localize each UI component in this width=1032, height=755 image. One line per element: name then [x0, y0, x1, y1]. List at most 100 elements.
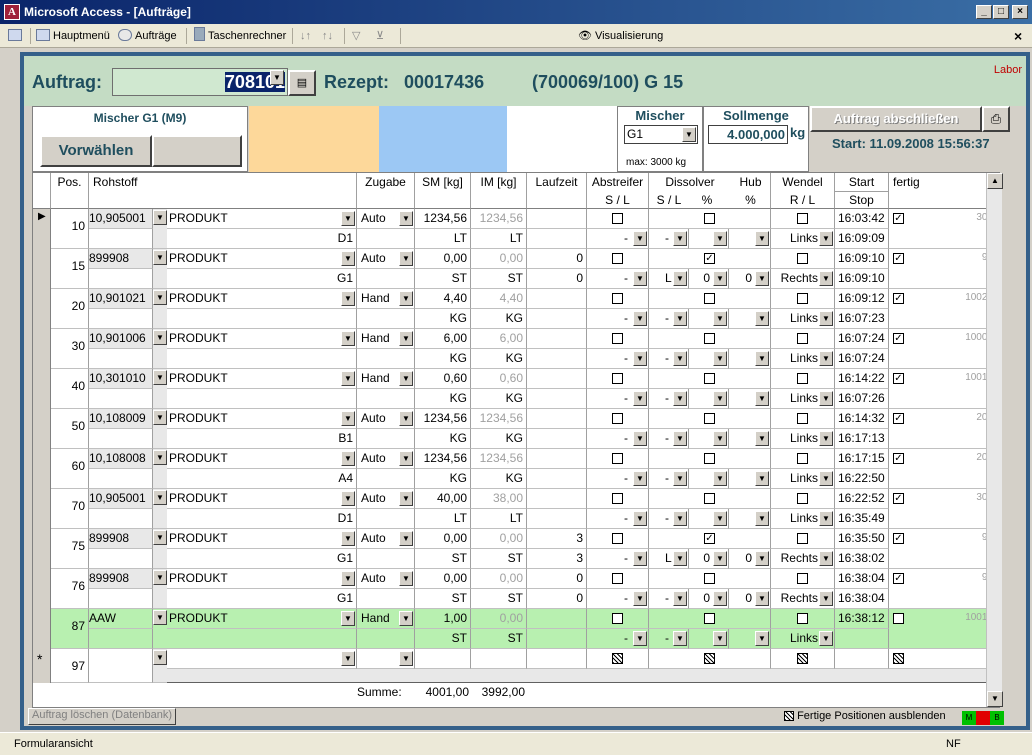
rohstoff-code-dropdown[interactable]: ▼	[153, 490, 167, 505]
abstreifer-select[interactable]: - ▼	[587, 269, 649, 289]
laufzeit-lower[interactable]: 0	[527, 589, 587, 609]
mischer-select[interactable]: G1 ▼	[624, 125, 698, 144]
dissolver-dropdown[interactable]: ▼	[673, 631, 687, 646]
dissolver-dropdown[interactable]: ▼	[673, 271, 687, 286]
product-dropdown[interactable]: ▼	[341, 571, 355, 586]
pos-cell[interactable]: 10	[51, 209, 89, 249]
abstreifer-checkbox[interactable]	[612, 413, 623, 425]
dissolver-percent[interactable]: 0 ▼	[689, 549, 729, 569]
abstreifer-select[interactable]: - ▼	[587, 509, 649, 529]
maximize-button[interactable]: □	[993, 5, 1009, 19]
wendel-select[interactable]: Links ▼	[771, 349, 835, 369]
product-cell[interactable]: PRODUKT ▼	[167, 609, 357, 629]
record-selector[interactable]	[33, 529, 51, 569]
auftrag-detail-button[interactable]: ▤	[288, 70, 316, 96]
wendel-select[interactable]: Rechts ▼	[771, 549, 835, 569]
dissolver-checkbox[interactable]	[704, 213, 715, 225]
empty-button[interactable]	[152, 135, 242, 167]
dissolver-checkbox[interactable]: ✓	[704, 533, 715, 545]
table-row[interactable]: ▶ 10 10,905001 ▼ PRODUKT ▼ D1 Auto ▼ 1234,56 LT 123…	[33, 209, 999, 249]
laufzeit-lower[interactable]	[527, 309, 587, 329]
scroll-up-button[interactable]: ▲	[987, 173, 1003, 189]
pos-cell[interactable]: 50	[51, 409, 89, 449]
dissolver-percent-dropdown[interactable]: ▼	[713, 471, 727, 486]
table-row[interactable]: 20 10,901021 ▼ PRODUKT ▼ Hand ▼ 4,40 KG 4,40 KG - ▼ -…	[33, 289, 999, 329]
zugabe-cell[interactable]: Auto ▼	[357, 209, 415, 229]
laufzeit-cell[interactable]	[527, 489, 587, 509]
dissolver-select[interactable]: - ▼	[649, 349, 689, 369]
wendel-checkbox[interactable]	[797, 293, 808, 305]
dissolver-percent-dropdown[interactable]: ▼	[713, 351, 727, 366]
sm-cell[interactable]: 1234,56	[415, 209, 471, 229]
abstreifer-dropdown[interactable]: ▼	[633, 511, 647, 526]
hub-percent[interactable]: 0 ▼	[729, 549, 771, 569]
auftrag-loeschen-button[interactable]: Auftrag löschen (Datenbank)	[28, 708, 176, 725]
zugabe-dropdown[interactable]: ▼	[399, 451, 413, 466]
laufzeit-cell[interactable]	[527, 449, 587, 469]
taschenrechner-button[interactable]: Taschenrechner	[194, 27, 286, 45]
dissolver-dropdown[interactable]: ▼	[673, 231, 687, 246]
dissolver-dropdown[interactable]: ▼	[673, 351, 687, 366]
record-selector[interactable]	[33, 569, 51, 609]
product-dropdown[interactable]: ▼	[341, 371, 355, 386]
zugabe-cell[interactable]: Hand ▼	[357, 289, 415, 309]
new-code-dropdown[interactable]: ▼	[153, 650, 167, 665]
dissolver-checkbox[interactable]	[704, 613, 715, 625]
laufzeit-cell[interactable]	[527, 209, 587, 229]
new-pos-cell[interactable]: 97	[51, 649, 89, 683]
hub-percent[interactable]: 0 ▼	[729, 269, 771, 289]
rohstoff-code-dd[interactable]: ▼	[153, 409, 167, 449]
hub-dropdown[interactable]: ▼	[755, 391, 769, 406]
start-time-cell[interactable]: 16:38:04	[835, 569, 889, 589]
hub-percent[interactable]: ▼	[729, 309, 771, 329]
wendel-dropdown[interactable]: ▼	[819, 351, 833, 366]
dissolver-select[interactable]: L ▼	[649, 269, 689, 289]
auftrag-abschliessen-button[interactable]: Auftrag abschließen	[810, 106, 982, 132]
wendel-dropdown[interactable]: ▼	[819, 631, 833, 646]
zugabe-dropdown[interactable]: ▼	[399, 531, 413, 546]
dissolver-percent[interactable]: ▼	[689, 229, 729, 249]
rohstoff-code-dd[interactable]: ▼	[153, 489, 167, 529]
hub-percent[interactable]: ▼	[729, 429, 771, 449]
product-dropdown[interactable]: ▼	[341, 531, 355, 546]
close-form-button[interactable]: ×	[1014, 27, 1022, 45]
pos-cell[interactable]: 20	[51, 289, 89, 329]
laufzeit-cell[interactable]	[527, 609, 587, 629]
table-row[interactable]: 60 10,108008 ▼ PRODUKT ▼ A4 Auto ▼ 1234,56 KG 1234…	[33, 449, 999, 489]
dissolver-select[interactable]: L ▼	[649, 549, 689, 569]
abstreifer-dropdown[interactable]: ▼	[633, 431, 647, 446]
zugabe-cell[interactable]: Auto ▼	[357, 449, 415, 469]
wendel-checkbox[interactable]	[797, 373, 808, 385]
dissolver-dropdown[interactable]: ▼	[673, 391, 687, 406]
table-row[interactable]: 70 10,905001 ▼ PRODUKT ▼ D1 Auto ▼ 40,00 LT 38,00 L…	[33, 489, 999, 529]
wendel-select[interactable]: Rechts ▼	[771, 269, 835, 289]
wendel-checkbox[interactable]	[797, 413, 808, 425]
rohstoff-code-dd[interactable]: ▼	[153, 289, 167, 329]
product-dropdown[interactable]: ▼	[341, 411, 355, 426]
new-checkbox[interactable]	[704, 653, 715, 665]
rohstoff-code-cell[interactable]: 899908	[89, 249, 153, 269]
start-time-cell[interactable]: 16:03:42	[835, 209, 889, 229]
zugabe-dropdown[interactable]: ▼	[399, 571, 413, 586]
vertical-scrollbar[interactable]: ▲ ▼	[986, 173, 1003, 707]
rohstoff-code-cell[interactable]: 10,108009	[89, 409, 153, 429]
table-row[interactable]: 50 10,108009 ▼ PRODUKT ▼ B1 Auto ▼ 1234,56 KG 1234…	[33, 409, 999, 449]
new-zugabe-cell[interactable]: ▼	[357, 649, 415, 669]
product-dropdown[interactable]: ▼	[341, 251, 355, 266]
zugabe-cell[interactable]: Auto ▼	[357, 529, 415, 549]
rohstoff-code-dropdown[interactable]: ▼	[153, 250, 167, 265]
hub-dropdown[interactable]: ▼	[755, 311, 769, 326]
stop-time-cell[interactable]: 16:09:10	[835, 269, 889, 289]
start-time-cell[interactable]: 16:09:12	[835, 289, 889, 309]
product-dropdown[interactable]: ▼	[341, 211, 355, 226]
rohstoff-code-dropdown[interactable]: ▼	[153, 330, 167, 345]
wendel-select[interactable]: Links ▼	[771, 629, 835, 649]
rohstoff-code-cell[interactable]: 10,108008	[89, 449, 153, 469]
new-fertig-checkbox[interactable]	[893, 653, 904, 665]
rohstoff-code-dd[interactable]: ▼	[153, 449, 167, 489]
abstreifer-select[interactable]: - ▼	[587, 389, 649, 409]
fertig-checkbox[interactable]: ✓	[893, 453, 904, 465]
wendel-checkbox[interactable]	[797, 253, 808, 265]
dissolver-dropdown[interactable]: ▼	[673, 431, 687, 446]
zugabe-cell[interactable]: Hand ▼	[357, 329, 415, 349]
